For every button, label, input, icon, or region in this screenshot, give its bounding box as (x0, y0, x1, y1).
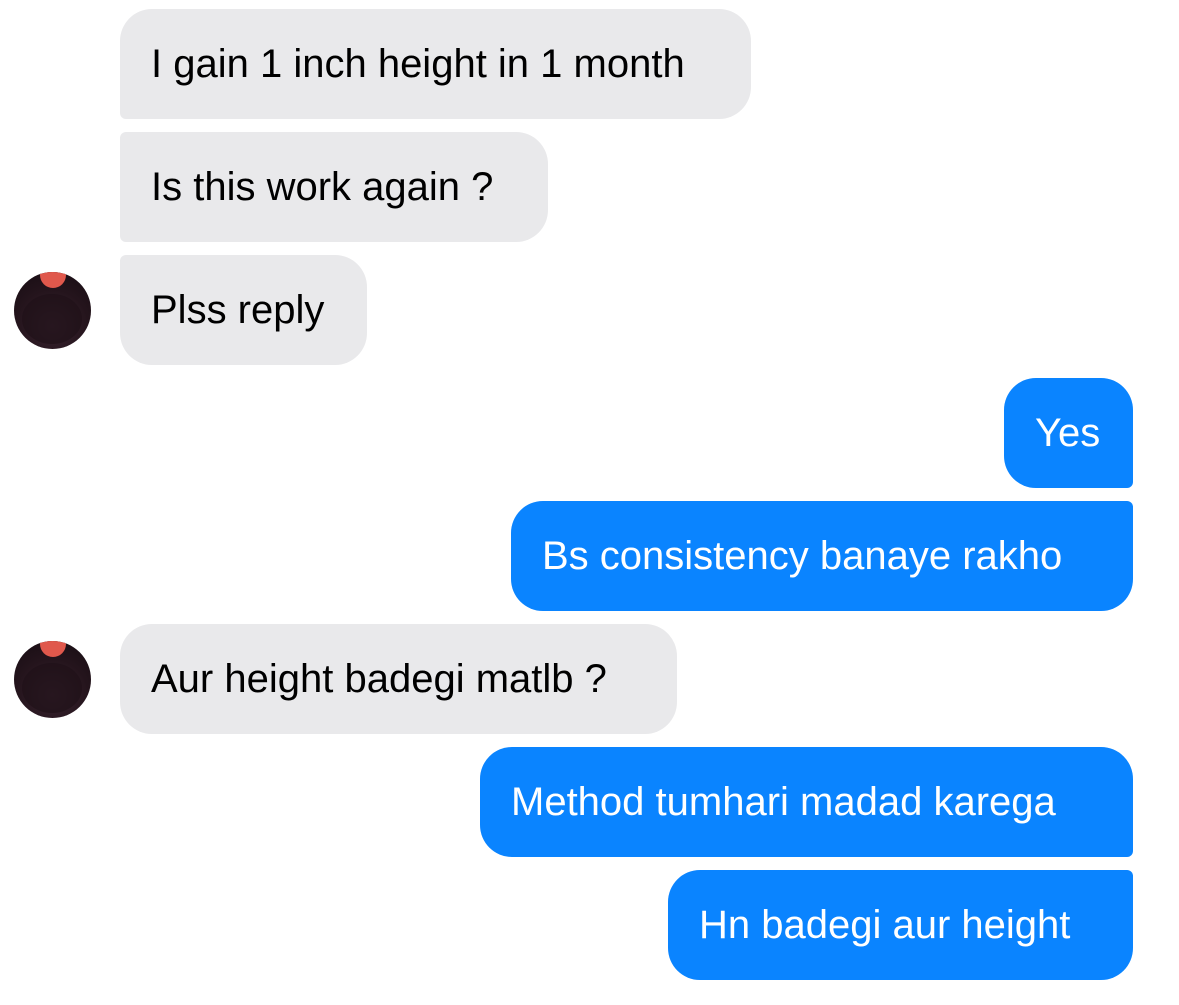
message-text: Aur height badegi matlb ? (151, 656, 607, 701)
message-text: Is this work again ? (151, 164, 494, 209)
incoming-message-bubble[interactable]: Aur height badegi matlb ? (120, 624, 677, 734)
incoming-message-bubble[interactable]: Plss reply (120, 255, 367, 365)
message-text: Bs consistency banaye rakho (542, 533, 1063, 578)
contact-avatar-icon[interactable] (14, 641, 91, 718)
avatar-shade (22, 294, 82, 344)
incoming-message-bubble[interactable]: I gain 1 inch height in 1 month (120, 9, 751, 119)
outgoing-message-bubble[interactable]: Bs consistency banaye rakho (511, 501, 1133, 611)
avatar-shade (22, 663, 82, 713)
message-text: I gain 1 inch height in 1 month (151, 41, 685, 86)
avatar-collar (40, 272, 66, 288)
message-text: Plss reply (151, 287, 325, 332)
avatar-collar (40, 641, 66, 657)
outgoing-message-bubble[interactable]: Hn badegi aur height (668, 870, 1133, 980)
message-text: Method tumhari madad karega (511, 779, 1056, 824)
message-text: Yes (1035, 410, 1101, 455)
message-text: Hn badegi aur height (699, 902, 1071, 947)
contact-avatar-icon[interactable] (14, 272, 91, 349)
incoming-message-bubble[interactable]: Is this work again ? (120, 132, 548, 242)
outgoing-message-bubble[interactable]: Yes (1004, 378, 1133, 488)
outgoing-message-bubble[interactable]: Method tumhari madad karega (480, 747, 1133, 857)
